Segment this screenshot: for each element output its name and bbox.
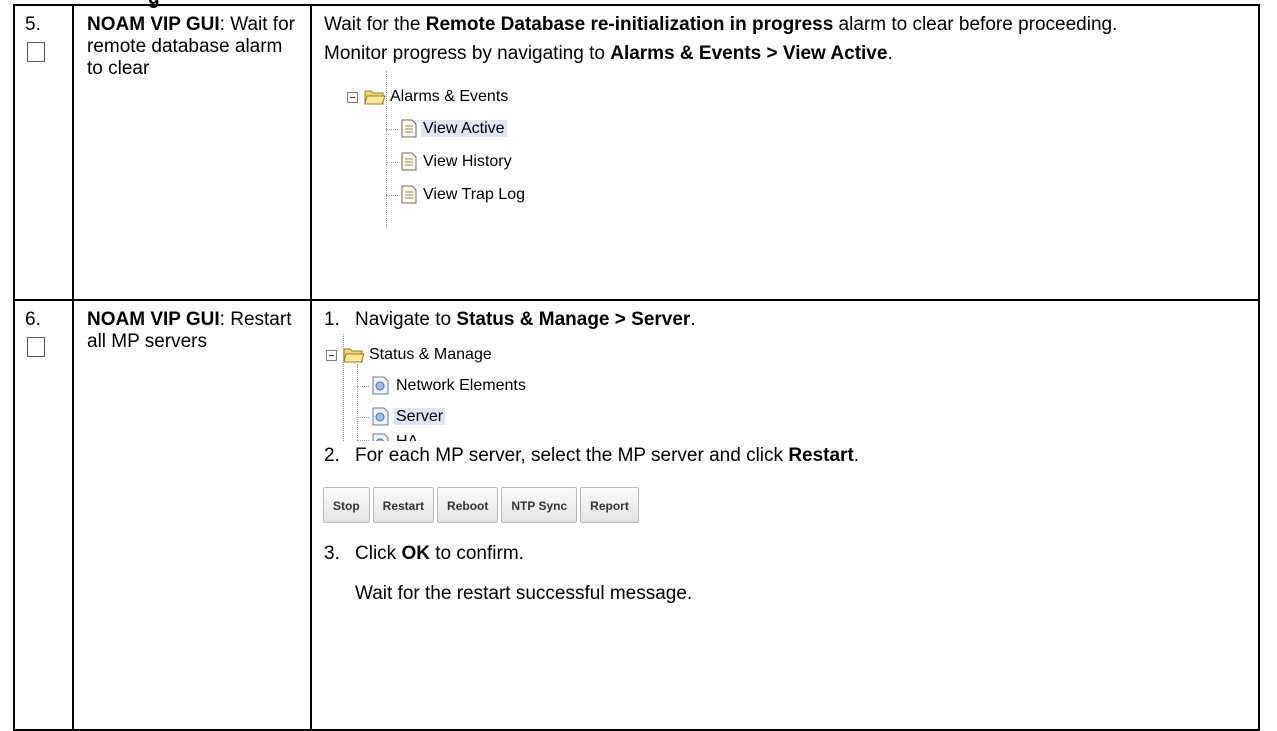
text: . bbox=[690, 309, 696, 330]
ok-reference: OK bbox=[401, 543, 430, 564]
button-reference: Restart bbox=[788, 445, 854, 466]
substep-number: 1. bbox=[324, 309, 340, 330]
step-checkbox[interactable] bbox=[27, 337, 45, 357]
collapse-icon[interactable] bbox=[326, 350, 337, 361]
text: to confirm. bbox=[429, 543, 524, 564]
page-icon bbox=[401, 185, 417, 204]
step-title-cell: NOAM VIP GUI: Restart all MP servers bbox=[72, 299, 312, 731]
text: . bbox=[887, 43, 893, 64]
substep-number: 2. bbox=[324, 445, 340, 466]
tree-item-server[interactable]: Server bbox=[394, 405, 446, 429]
tree-root-label[interactable]: Alarms & Events bbox=[390, 85, 508, 109]
step-checkbox[interactable] bbox=[27, 42, 45, 62]
server-page-icon bbox=[372, 376, 389, 395]
text: . bbox=[853, 445, 860, 466]
step-cell: 5. bbox=[13, 4, 74, 301]
tree-item-ha[interactable]: HA bbox=[396, 430, 418, 441]
tree-item-view-history[interactable]: View History bbox=[423, 150, 512, 174]
step-title-cell: NOAM VIP GUI: Wait for remote database a… bbox=[72, 4, 312, 301]
page-icon bbox=[401, 119, 417, 138]
step-number: 5. bbox=[25, 14, 41, 35]
procedure-table: 5. NOAM VIP GUI: Wait for remote databas… bbox=[13, 4, 1260, 731]
ntp-sync-button[interactable]: NTP Sync bbox=[501, 487, 578, 523]
substep-3: 3. Click OK to confirm. bbox=[312, 525, 1258, 565]
menu-path: Status & Manage > Server bbox=[456, 309, 691, 330]
menu-tree-alarms: Alarms & Events View Active View History bbox=[312, 71, 1258, 233]
step-title: NOAM VIP GUI: Wait for remote database a… bbox=[74, 6, 310, 80]
step-title-bold: NOAM VIP GUI bbox=[87, 309, 220, 330]
tree-root-label[interactable]: Status & Manage bbox=[369, 343, 492, 367]
step-title-bold: NOAM VIP GUI bbox=[87, 14, 220, 35]
menu-tree-status: Status & Manage Network Elements Server bbox=[312, 334, 1258, 441]
folder-open-icon bbox=[364, 90, 386, 105]
monitor-paragraph: Monitor progress by navigating to Alarms… bbox=[312, 36, 1258, 65]
text: Navigate to bbox=[355, 309, 457, 330]
reboot-button[interactable]: Reboot bbox=[437, 487, 499, 523]
step-body-cell: Wait for the Remote Database re-initiali… bbox=[310, 4, 1260, 301]
folder-open-icon bbox=[343, 348, 365, 363]
tree-item-network-elements[interactable]: Network Elements bbox=[396, 374, 526, 398]
step-row-6: 6. NOAM VIP GUI: Restart all MP servers … bbox=[13, 299, 1260, 731]
substep-3-note: Wait for the restart successful message. bbox=[355, 583, 693, 604]
server-action-buttons: Stop Restart Reboot NTP Sync Report bbox=[312, 467, 1258, 525]
instruction-paragraph: Wait for the Remote Database re-initiali… bbox=[312, 6, 1258, 36]
step-row-5: 5. NOAM VIP GUI: Wait for remote databas… bbox=[13, 4, 1260, 301]
step-number: 6. bbox=[25, 309, 41, 330]
text: Wait for the bbox=[324, 14, 426, 35]
stop-button[interactable]: Stop bbox=[323, 487, 370, 523]
alarm-name: Remote Database re-initialization in pro… bbox=[425, 14, 834, 35]
page-icon bbox=[401, 152, 417, 171]
report-button[interactable]: Report bbox=[580, 487, 639, 523]
collapse-icon[interactable] bbox=[347, 92, 358, 103]
server-page-icon bbox=[372, 433, 389, 441]
tree-item-view-trap-log[interactable]: View Trap Log bbox=[423, 183, 525, 207]
tree-item-label: View Active bbox=[421, 120, 507, 137]
step-title: NOAM VIP GUI: Restart all MP servers bbox=[74, 301, 310, 353]
menu-path: Alarms & Events > View Active bbox=[610, 43, 888, 64]
server-page-icon bbox=[372, 407, 389, 426]
restart-button[interactable]: Restart bbox=[372, 487, 435, 523]
substep-2: 2. For each MP server, select the MP serv… bbox=[312, 441, 1258, 467]
tree-item-label: Server bbox=[394, 408, 446, 425]
step-cell: 6. bbox=[13, 299, 74, 731]
substep-1: 1. Navigate to Status & Manage > Server. bbox=[312, 301, 1258, 331]
step-body-cell: 1. Navigate to Status & Manage > Server. … bbox=[310, 299, 1260, 731]
text: alarm to clear before proceeding. bbox=[833, 14, 1118, 35]
tree-item-view-active[interactable]: View Active bbox=[421, 117, 507, 141]
text: For each MP server, select the MP server… bbox=[355, 445, 789, 466]
text: Click bbox=[355, 543, 402, 564]
substep-number: 3. bbox=[324, 543, 340, 564]
text: Monitor progress by navigating to bbox=[324, 43, 611, 64]
